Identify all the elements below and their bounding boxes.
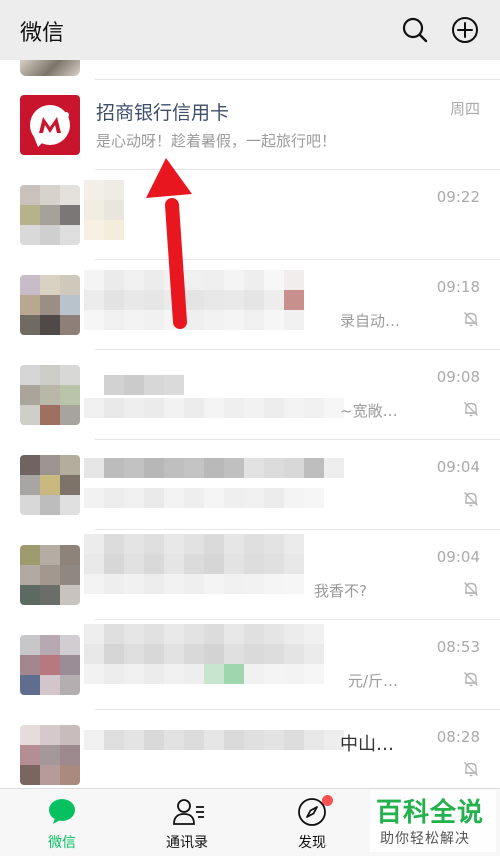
avatar: [20, 60, 80, 76]
chat-item[interactable]: 09:04: [0, 440, 500, 530]
muted-bell-icon: [464, 312, 478, 327]
chat-bubble-icon: [49, 799, 75, 824]
watermark-title: 百科全说: [376, 798, 485, 828]
tab-chats[interactable]: 微信: [12, 789, 112, 856]
chat-item[interactable]: 元/斤… 08:53: [0, 620, 500, 710]
watermark-subtitle: 助你轻松解决: [380, 831, 470, 847]
chat-item[interactable]: ~宽敞… 09:08: [0, 350, 500, 440]
plus-circle-icon: [452, 17, 478, 43]
chat-name: 招商银行信用卡: [96, 102, 230, 124]
redacted-name: [84, 458, 344, 478]
chat-time: 09:04: [436, 458, 480, 476]
redacted-name: [84, 624, 324, 684]
chat-time: 09:22: [436, 188, 480, 206]
notification-dot: [322, 795, 333, 806]
muted-bell-icon: [464, 492, 478, 507]
chat-preview: 是心动呀！趁着暑假，一起旅行吧！: [96, 132, 337, 150]
avatar: [20, 545, 80, 605]
chat-list[interactable]: 招商银行信用卡 是心动呀！趁着暑假，一起旅行吧！ 周四 09:22 录自动… 0…: [0, 60, 500, 788]
tab-label: 发现: [298, 835, 326, 851]
tab-label: 微信: [48, 835, 76, 851]
tab-discover[interactable]: 发现: [262, 789, 362, 856]
tab-label: 通讯录: [166, 835, 208, 851]
chat-time: 09:04: [436, 548, 480, 566]
search-button[interactable]: [399, 14, 431, 46]
chat-preview: 我香不?: [314, 582, 367, 600]
chat-item[interactable]: 我香不? 09:04: [0, 530, 500, 620]
redacted-name: [84, 730, 344, 750]
contacts-icon: [173, 799, 204, 825]
chat-item[interactable]: 招商银行信用卡 是心动呀！趁着暑假，一起旅行吧！ 周四: [0, 80, 500, 170]
chat-time: 08:53: [436, 638, 480, 656]
avatar: [20, 185, 80, 245]
chat-time: 08:28: [436, 728, 480, 746]
chat-time: 周四: [449, 100, 480, 118]
chat-time: 09:08: [436, 368, 480, 386]
chat-preview: 录自动…: [340, 312, 401, 330]
avatar: [20, 275, 80, 335]
muted-bell-icon: [464, 582, 478, 597]
chat-time: 09:18: [436, 278, 480, 296]
avatar: [20, 95, 80, 155]
tab-contacts[interactable]: 通讯录: [137, 789, 237, 856]
top-bar: 微信: [0, 0, 500, 60]
chat-preview: ~宽敞…: [340, 402, 398, 420]
redacted-preview: [84, 488, 324, 508]
chat-preview: 中山…: [340, 734, 394, 755]
muted-bell-icon: [464, 402, 478, 417]
avatar: [20, 455, 80, 515]
add-button[interactable]: [449, 14, 481, 46]
bank-logo-icon: [20, 95, 80, 155]
page-title: 微信: [20, 21, 65, 46]
muted-bell-icon: [464, 762, 478, 777]
watermark-logo: 百科全说 助你轻松解决: [370, 790, 496, 852]
redacted-preview: [84, 398, 344, 418]
muted-bell-icon: [464, 672, 478, 687]
chat-item-partial[interactable]: [0, 60, 500, 80]
avatar: [20, 725, 80, 785]
chat-preview: 元/斤…: [348, 672, 399, 690]
chat-item[interactable]: 中山… 08:28: [0, 710, 500, 788]
avatar: [20, 365, 80, 425]
chat-item[interactable]: 09:22: [0, 170, 500, 260]
redacted-name: [84, 534, 304, 594]
redacted-name: [84, 270, 324, 330]
redacted-name: [84, 180, 124, 240]
redacted-name: [104, 375, 184, 395]
search-icon: [402, 17, 428, 43]
chat-item[interactable]: 录自动… 09:18: [0, 260, 500, 350]
avatar: [20, 635, 80, 695]
